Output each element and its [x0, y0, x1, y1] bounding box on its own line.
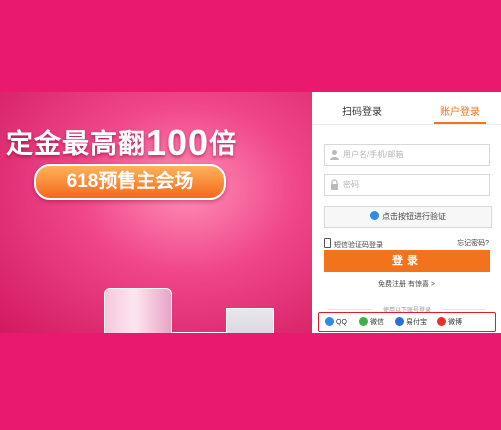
- appliance-image: [226, 308, 274, 333]
- qq-icon: [325, 317, 334, 326]
- social-yifubao-label: 易付宝: [406, 319, 427, 326]
- social-wechat[interactable]: 微信: [359, 317, 384, 327]
- tab-account-login[interactable]: 账户登录: [440, 103, 480, 118]
- social-wechat-label: 微信: [370, 319, 384, 326]
- presale-pill[interactable]: 618预售主会场: [34, 164, 226, 200]
- forgot-password-link[interactable]: 忘记密码?: [457, 238, 489, 248]
- headline-number: 100: [146, 122, 210, 163]
- social-login-box: QQ 微信 易付宝 微博: [318, 312, 496, 332]
- headline-prefix: 定金最高翻: [6, 129, 146, 159]
- login-tabs: 扫码登录 账户登录: [312, 92, 501, 125]
- social-weibo-label: 微博: [448, 319, 462, 326]
- login-panel: 扫码登录 账户登录 点击按钮进行验证 短信验证码登录 忘记密码? 登录 免费注册…: [312, 92, 501, 333]
- register-link[interactable]: 免费注册 有惊喜 >: [312, 279, 501, 289]
- sms-login-link[interactable]: 短信验证码登录: [324, 238, 383, 250]
- social-qq-label: QQ: [336, 319, 347, 326]
- social-yifubao[interactable]: 易付宝: [395, 317, 427, 327]
- wechat-icon: [359, 317, 368, 326]
- social-weibo[interactable]: 微博: [437, 317, 462, 327]
- verify-label: 点击按钮进行验证: [382, 212, 446, 221]
- username-field: [324, 144, 490, 166]
- social-qq[interactable]: QQ: [325, 317, 347, 326]
- air-conditioner-image: [104, 288, 172, 333]
- banner-headline: 定金最高翻100倍: [6, 122, 237, 164]
- login-button[interactable]: 登录: [324, 250, 490, 272]
- username-input[interactable]: [343, 145, 483, 163]
- shield-check-icon: [370, 211, 379, 220]
- lock-icon: [331, 179, 338, 190]
- verify-button[interactable]: 点击按钮进行验证: [324, 206, 492, 228]
- user-icon: [330, 150, 339, 160]
- weibo-icon: [437, 317, 446, 326]
- password-field: [324, 174, 490, 196]
- sms-login-label: 短信验证码登录: [334, 242, 383, 249]
- phone-icon: [324, 238, 331, 248]
- yifubao-icon: [395, 317, 404, 326]
- password-input[interactable]: [343, 175, 483, 193]
- headline-suffix: 倍: [209, 129, 238, 159]
- active-tab-indicator: [434, 122, 486, 124]
- tab-qr-login[interactable]: 扫码登录: [342, 103, 382, 118]
